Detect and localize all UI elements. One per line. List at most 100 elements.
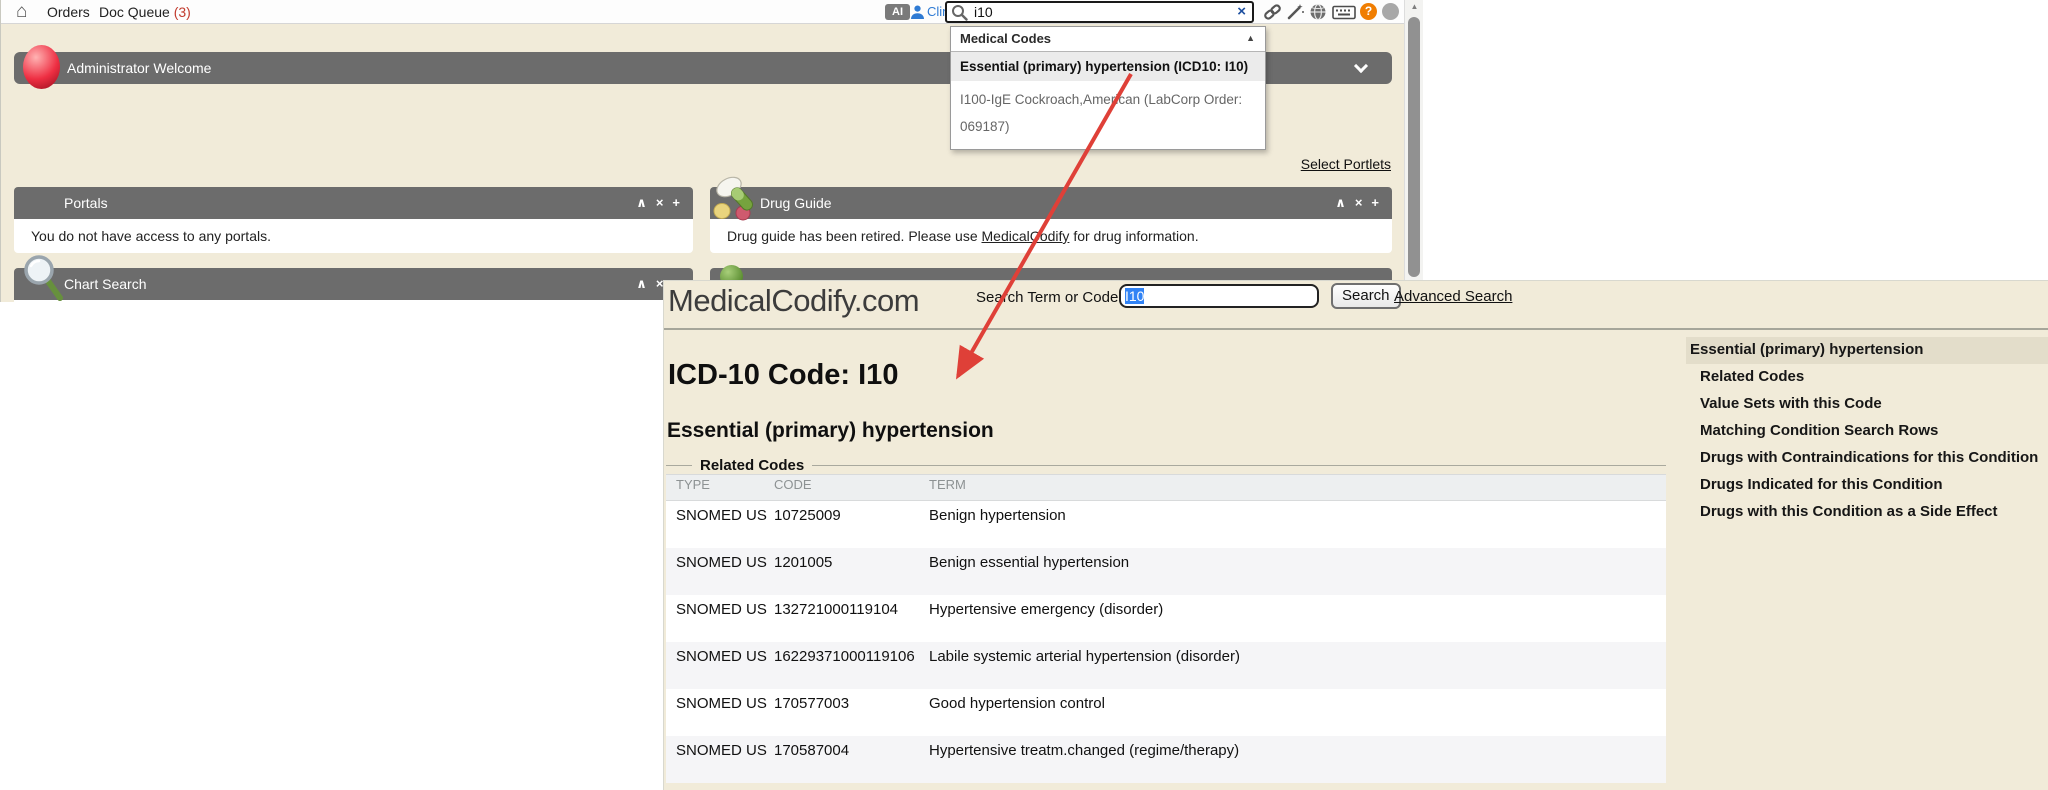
move-icon[interactable]: + (1371, 195, 1379, 210)
portlet-drug-guide: Drug Guide ∧ × + Drug guide has been retir… (710, 187, 1392, 253)
doc-queue-label: Doc Queue (99, 4, 170, 20)
user-link[interactable]: Clin (927, 4, 947, 20)
wand-icon[interactable] (1286, 3, 1305, 26)
user-icon (910, 4, 925, 25)
medicalcodify-logo[interactable]: MedicalCodify.com (668, 283, 919, 319)
portlet-portals-body: You do not have access to any portals. (14, 219, 693, 253)
sidebar-link[interactable]: Essential (primary) hypertension (1686, 337, 2048, 364)
scrollbar-thumb[interactable] (1408, 17, 1420, 277)
drug-guide-text: Drug guide has been retired. Please use (727, 228, 982, 244)
related-codes-section: Related Codes TYPE CODE TERM SNOMED US 1… (666, 457, 1666, 783)
suggestion-item-selected[interactable]: Essential (primary) hypertension (ICD10:… (951, 52, 1265, 81)
portlet-portals: Portals ∧ × + You do not have access to an… (14, 187, 693, 253)
pills-icon (712, 175, 760, 226)
cell-code: 170577003 (774, 689, 929, 736)
close-icon[interactable]: × (1355, 195, 1363, 210)
search-term-label: Search Term or Code: (976, 289, 1122, 306)
portlet-chart-search-title: Chart Search (64, 268, 146, 300)
sidebar-link[interactable]: Drugs Indicated for this Condition (1686, 472, 2048, 499)
sidebar-link[interactable]: Drugs with this Condition as a Side Effe… (1686, 499, 2048, 526)
cell-code: 10725009 (774, 501, 929, 548)
scrollbar-up-icon[interactable]: ▲ (1405, 2, 1424, 11)
medicalcodify-panel: MedicalCodify.com Search Term or Code: I… (663, 280, 2048, 790)
icd10-heading: ICD-10 Code: I10 (668, 359, 898, 392)
cell-term: Benign hypertension (929, 501, 1666, 548)
keyboard-icon[interactable] (1332, 3, 1356, 26)
global-search-input[interactable]: i10 × (945, 1, 1254, 23)
sidebar-link[interactable]: Value Sets with this Code (1686, 391, 2048, 418)
cell-type: SNOMED US (666, 642, 774, 689)
welcome-banner-title: Administrator Welcome (67, 52, 211, 84)
table-row[interactable]: SNOMED US 170587004 Hypertensive treatm.… (666, 736, 1666, 783)
related-codes-legend: Related Codes (692, 457, 812, 474)
cell-code: 170587004 (774, 736, 929, 783)
cell-term: Benign essential hypertension (929, 548, 1666, 595)
related-codes-table: TYPE CODE TERM SNOMED US 10725009 Benign… (666, 474, 1666, 783)
col-type: TYPE (666, 475, 774, 501)
move-icon[interactable]: + (672, 195, 680, 210)
portlet-portals-title: Portals (64, 187, 108, 219)
advanced-search-link[interactable]: Advanced Search (1394, 288, 1512, 305)
select-portlets-link[interactable]: Select Portlets (1241, 156, 1391, 172)
collapse-icon[interactable]: ∧ (1335, 195, 1346, 210)
chevron-down-icon[interactable] (1354, 59, 1368, 73)
portlet-drug-guide-header[interactable]: Drug Guide ∧ × + (710, 187, 1392, 219)
menu-doc-queue[interactable]: Doc Queue (3) (99, 0, 191, 24)
table-body: SNOMED US 10725009 Benign hypertension S… (666, 501, 1666, 783)
collapse-icon[interactable]: ∧ (636, 195, 647, 210)
cell-type: SNOMED US (666, 689, 774, 736)
col-code: CODE (774, 475, 929, 501)
code-search-input[interactable]: I10 (1119, 284, 1319, 308)
search-button[interactable]: Search (1331, 283, 1401, 309)
portlet-chart-search-header[interactable]: Chart Search ∧×+ (14, 268, 693, 300)
help-icon[interactable]: ? (1360, 3, 1377, 20)
cell-term: Labile systemic arterial hypertension (d… (929, 642, 1666, 689)
col-term: TERM (929, 475, 1666, 501)
collapse-icon[interactable]: ∧ (636, 276, 647, 291)
table-row[interactable]: SNOMED US 170577003 Good hypertension co… (666, 689, 1666, 736)
cell-term: Hypertensive emergency (disorder) (929, 595, 1666, 642)
vertical-scrollbar[interactable]: ▲ (1404, 0, 1423, 280)
link-icon[interactable] (1263, 3, 1282, 26)
cell-type: SNOMED US (666, 501, 774, 548)
cell-type: SNOMED US (666, 595, 774, 642)
table-row[interactable]: SNOMED US 1201005 Benign essential hyper… (666, 548, 1666, 595)
table-row[interactable]: SNOMED US 10725009 Benign hypertension (666, 501, 1666, 548)
close-icon[interactable]: × (656, 195, 664, 210)
globe-icon[interactable] (1309, 3, 1327, 26)
doc-queue-count: (3) (174, 4, 191, 20)
sidebar-link[interactable]: Matching Condition Search Rows (1686, 418, 2048, 445)
code-search-value: I10 (1125, 288, 1144, 304)
status-circle-icon[interactable] (1382, 3, 1399, 20)
table-header: TYPE CODE TERM (666, 475, 1666, 501)
sidebar-link[interactable]: Related Codes (1686, 364, 2048, 391)
cell-type: SNOMED US (666, 736, 774, 783)
medicalcodify-link[interactable]: MedicalCodify (982, 228, 1070, 244)
search-icon (951, 4, 968, 26)
admin-ball-icon (23, 45, 60, 89)
search-suggestions-dropdown: Medical Codes ▲ Essential (primary) hype… (950, 26, 1266, 150)
ai-badge[interactable]: AI (885, 4, 910, 20)
dropdown-group-title: Medical Codes (960, 31, 1051, 46)
cell-term: Good hypertension control (929, 689, 1666, 736)
home-icon[interactable]: ⌂ (16, 0, 27, 24)
global-search-value: i10 (974, 4, 993, 20)
collapse-triangle-icon[interactable]: ▲ (1246, 33, 1255, 43)
sidebar-link[interactable]: Drugs with Contraindications for this Co… (1686, 445, 2048, 472)
magnifier-icon (20, 254, 66, 307)
dropdown-group-header[interactable]: Medical Codes ▲ (951, 27, 1265, 52)
menu-orders[interactable]: Orders (47, 0, 90, 24)
cell-type: SNOMED US (666, 548, 774, 595)
suggestion-item[interactable]: I100-IgE Cockroach,American (LabCorp Ord… (951, 81, 1265, 149)
search-clear-icon[interactable]: × (1237, 3, 1246, 21)
cell-code: 1201005 (774, 548, 929, 595)
cell-term: Hypertensive treatm.changed (regime/ther… (929, 736, 1666, 783)
table-row[interactable]: SNOMED US 16229371000119106 Labile syste… (666, 642, 1666, 689)
condition-subheading: Essential (primary) hypertension (667, 419, 994, 443)
condition-sidebar: Essential (primary) hypertension Related… (1686, 337, 2048, 526)
portlet-drug-guide-title: Drug Guide (760, 187, 832, 219)
portlet-portals-header[interactable]: Portals ∧ × + (14, 187, 693, 219)
portlet-drug-guide-body: Drug guide has been retired. Please use … (710, 219, 1392, 253)
cell-code: 16229371000119106 (774, 642, 929, 689)
table-row[interactable]: SNOMED US 132721000119104 Hypertensive e… (666, 595, 1666, 642)
